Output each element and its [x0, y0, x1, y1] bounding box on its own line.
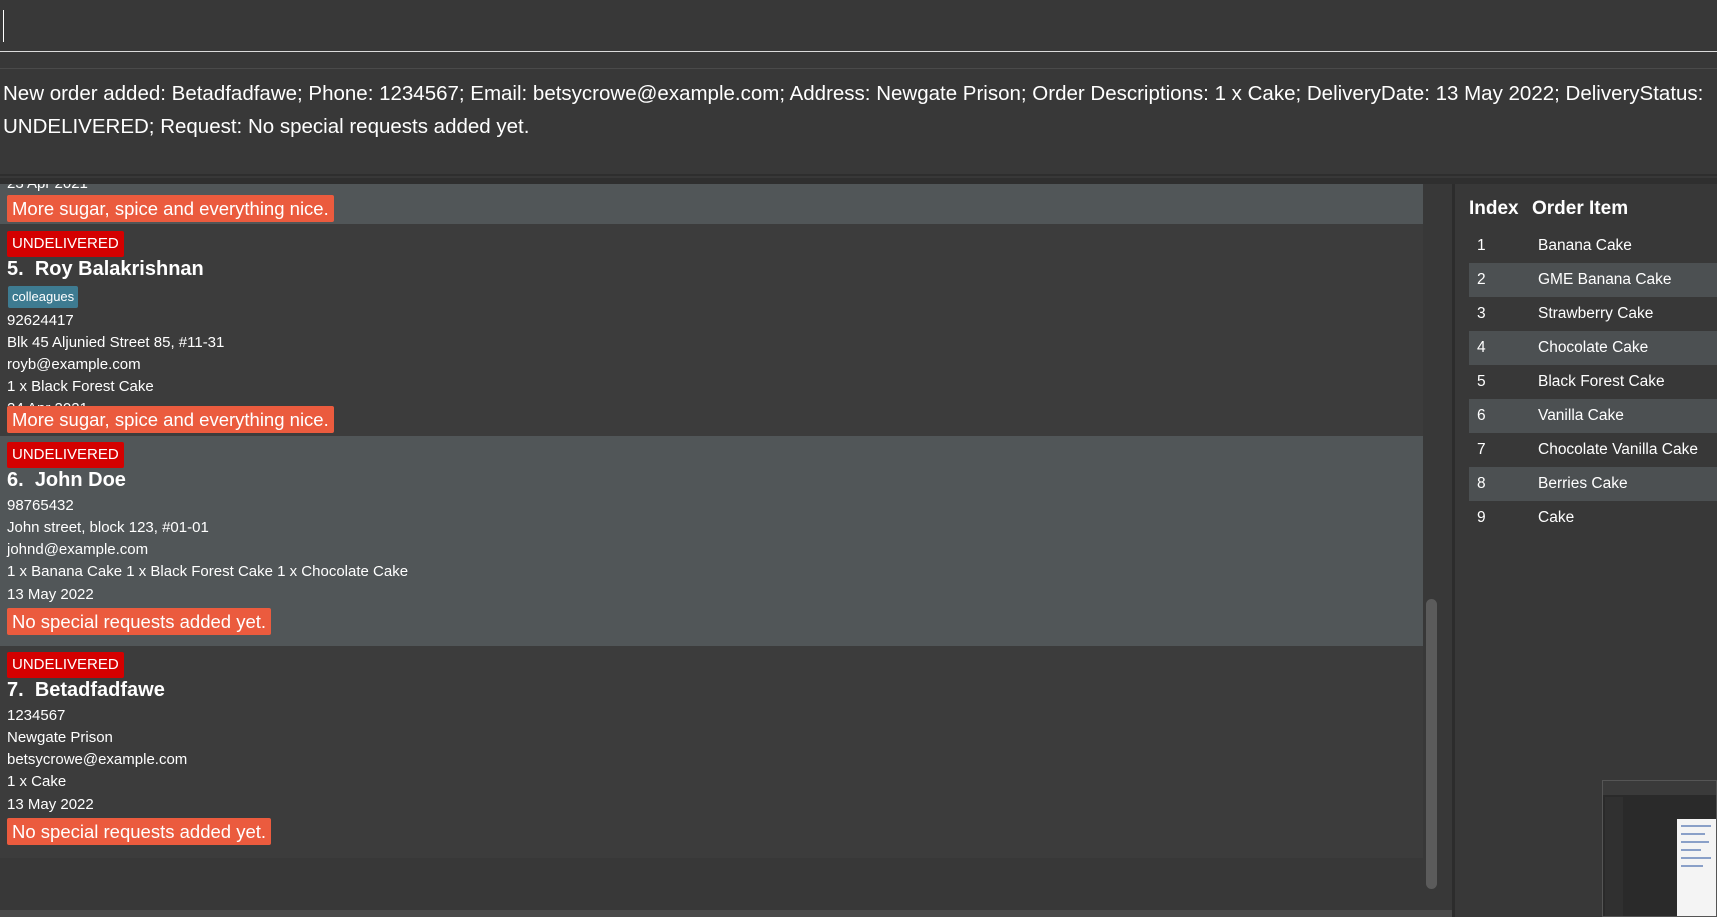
customer-name: John Doe: [34, 469, 126, 491]
item-name: Chocolate Vanilla Cake: [1538, 441, 1698, 458]
order-item-row[interactable]: 4 Chocolate Cake: [1469, 331, 1717, 365]
order-card-partial[interactable]: 23 Apr 2021 More sugar, spice and everyt…: [0, 184, 1423, 224]
item-index: 9: [1477, 509, 1486, 526]
screenshot-thumbnail[interactable]: [1602, 780, 1717, 917]
scrollbar-thumb[interactable]: [1426, 599, 1437, 889]
status-badge: UNDELIVERED: [7, 231, 124, 257]
request-badge: No special requests added yet.: [7, 608, 272, 635]
phone: 1234567: [7, 707, 66, 724]
item-name: Chocolate Cake: [1538, 339, 1649, 356]
item-name: Strawberry Cake: [1538, 305, 1654, 322]
order-item-row[interactable]: 7 Chocolate Vanilla Cake: [1469, 433, 1717, 467]
item-name: Banana Cake: [1538, 237, 1632, 254]
order-index: 5.: [7, 258, 24, 280]
order-list[interactable]: 23 Apr 2021 More sugar, spice and everyt…: [0, 184, 1423, 897]
header-order-item: Order Item: [1532, 198, 1629, 219]
order-item-row[interactable]: 9 Cake: [1469, 501, 1717, 535]
customer-name: Betadfadfawe: [34, 679, 165, 701]
email: royb@example.com: [7, 356, 141, 373]
order-card[interactable]: UNDELIVERED 5. Roy Balakrishnan colleagu…: [0, 224, 1423, 436]
item-name: GME Banana Cake: [1538, 271, 1672, 288]
order-description: 1 x Cake: [7, 773, 67, 790]
order-description: 1 x Banana Cake 1 x Black Forest Cake 1 …: [7, 563, 409, 580]
order-item-row[interactable]: 2 GME Banana Cake: [1469, 263, 1717, 297]
order-list-scrollbar[interactable]: [1423, 184, 1441, 897]
order-item-row[interactable]: 8 Berries Cake: [1469, 467, 1717, 501]
order-card[interactable]: UNDELIVERED 6. John Doe 98765432 John st…: [0, 436, 1423, 646]
order-list-panel: 23 Apr 2021 More sugar, spice and everyt…: [0, 184, 1455, 917]
header-index: Index: [1469, 198, 1519, 219]
thumbnail-line: [1681, 833, 1705, 835]
address: Newgate Prison: [7, 729, 113, 746]
item-index: 2: [1477, 271, 1486, 288]
thumbnail-line: [1681, 841, 1709, 843]
phone: 98765432: [7, 497, 74, 514]
address: Blk 45 Aljunied Street 85, #11-31: [7, 334, 225, 351]
item-name: Black Forest Cake: [1538, 373, 1665, 390]
phone: 92624417: [7, 312, 74, 329]
email: betsycrowe@example.com: [7, 751, 188, 768]
order-date: 23 Apr 2021: [7, 184, 88, 192]
command-box[interactable]: [0, 0, 1717, 52]
customer-name: Roy Balakrishnan: [34, 258, 204, 280]
item-index: 3: [1477, 305, 1486, 322]
item-name: Berries Cake: [1538, 475, 1628, 492]
address: John street, block 123, #01-01: [7, 519, 209, 536]
request-badge: More sugar, spice and everything nice.: [7, 406, 334, 433]
command-input[interactable]: [6, 10, 1706, 42]
order-item-row[interactable]: 3 Strawberry Cake: [1469, 297, 1717, 331]
item-index: 8: [1477, 475, 1486, 492]
item-index: 6: [1477, 407, 1486, 424]
result-display: New order added: Betadfadfawe; Phone: 12…: [0, 68, 1717, 176]
request-badge: More sugar, spice and everything nice.: [7, 195, 334, 222]
item-name: Cake: [1538, 509, 1575, 526]
order-date: 13 May 2022: [7, 586, 94, 603]
tag-badge: colleagues: [8, 286, 79, 308]
item-index: 1: [1477, 237, 1486, 254]
order-title: 5. Roy Balakrishnan: [7, 258, 204, 281]
status-badge: UNDELIVERED: [7, 652, 124, 678]
thumbnail-sidebar: [1605, 797, 1623, 916]
request-badge: No special requests added yet.: [7, 818, 272, 845]
order-date: 13 May 2022: [7, 796, 94, 813]
thumbnail-toolbar: [1603, 781, 1716, 795]
order-item-row[interactable]: 5 Black Forest Cake: [1469, 365, 1717, 399]
text-caret: [3, 10, 4, 42]
item-index: 7: [1477, 441, 1486, 458]
item-index: 5: [1477, 373, 1486, 390]
order-card[interactable]: UNDELIVERED 7. Betadfadfawe 1234567 Newg…: [0, 646, 1423, 858]
order-item-row[interactable]: 1 Banana Cake: [1469, 229, 1717, 263]
item-name: Vanilla Cake: [1538, 407, 1624, 424]
status-bar-line: [0, 910, 1455, 917]
item-index: 4: [1477, 339, 1486, 356]
status-badge: UNDELIVERED: [7, 442, 124, 468]
result-message: New order added: Betadfadfawe; Phone: 12…: [3, 82, 1704, 138]
order-description: 1 x Black Forest Cake: [7, 378, 154, 395]
order-title: 7. Betadfadfawe: [7, 679, 165, 702]
thumbnail-line: [1681, 865, 1703, 867]
email: johnd@example.com: [7, 541, 149, 558]
order-item-row[interactable]: 6 Vanilla Cake: [1469, 399, 1717, 433]
thumbnail-line: [1681, 849, 1701, 851]
order-title: 6. John Doe: [7, 469, 126, 492]
thumbnail-line: [1681, 857, 1711, 859]
order-index: 7.: [7, 679, 24, 701]
order-index: 6.: [7, 469, 24, 491]
thumbnail-line: [1681, 825, 1711, 827]
